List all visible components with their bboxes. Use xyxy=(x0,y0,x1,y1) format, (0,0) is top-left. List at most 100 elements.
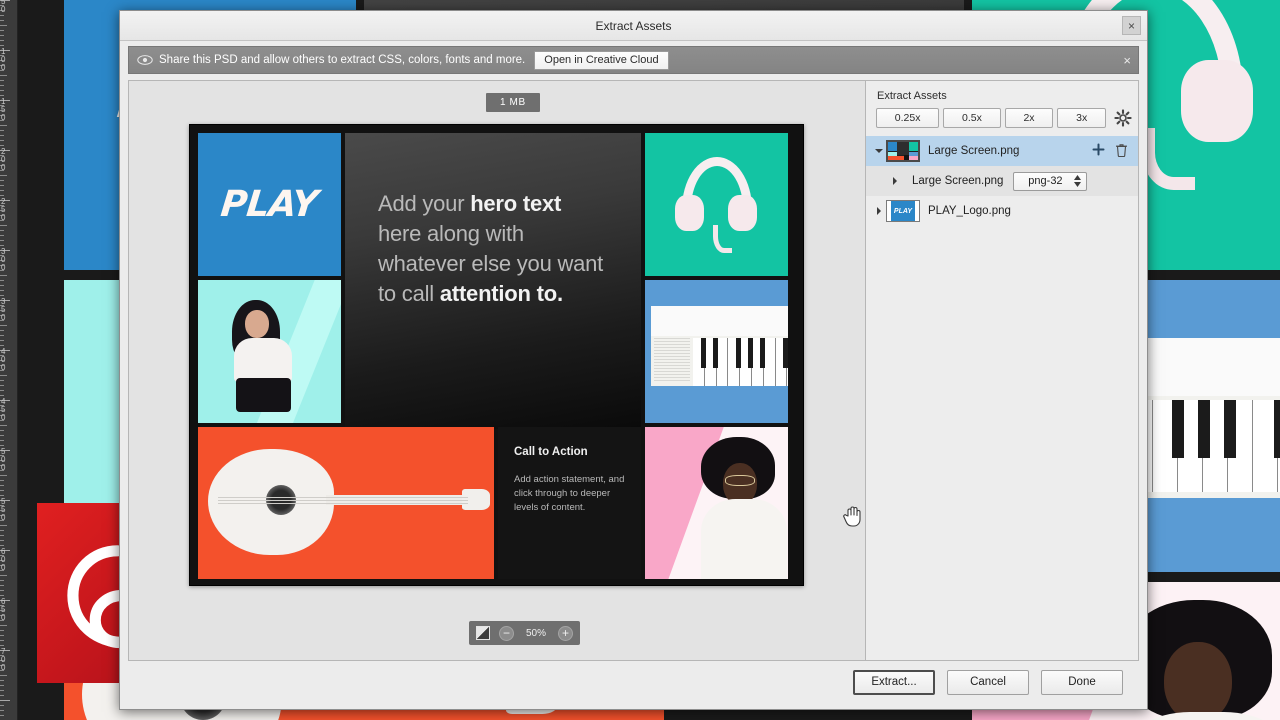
ruler-tick xyxy=(0,395,4,396)
ruler-label: 400 xyxy=(1,347,6,372)
ruler-tick xyxy=(0,440,4,441)
ruler-label: 50 xyxy=(1,0,6,14)
ruler-tick xyxy=(0,430,4,431)
asset-child-label: Large Screen.png xyxy=(912,175,1004,187)
chevron-right-icon[interactable] xyxy=(888,176,902,186)
ruler-label: 600 xyxy=(1,547,6,572)
cancel-button[interactable]: Cancel xyxy=(947,669,1029,695)
ruler-tick xyxy=(0,190,4,191)
man-photo-tile[interactable] xyxy=(645,427,788,579)
ruler-label: 550 xyxy=(1,497,6,522)
banner-close-icon[interactable]: × xyxy=(1123,51,1131,70)
fit-screen-icon[interactable] xyxy=(476,626,490,640)
ruler-tick xyxy=(0,535,4,536)
ruler-tick xyxy=(0,280,4,281)
scale-button-0.5x[interactable]: 0.5x xyxy=(943,108,1001,128)
ruler-label: 150 xyxy=(1,97,6,122)
ruler-tick xyxy=(0,230,4,231)
ruler-tick xyxy=(0,425,7,426)
guitar-tile[interactable] xyxy=(198,427,494,579)
chevron-right-icon-2[interactable] xyxy=(872,206,886,216)
ruler-tick xyxy=(0,490,4,491)
format-select[interactable]: png-32 xyxy=(1013,171,1088,191)
plus-icon[interactable] xyxy=(1092,143,1105,159)
asset-row-label: Large Screen.png xyxy=(928,145,1020,157)
ruler-tick xyxy=(0,345,4,346)
ruler-tick xyxy=(0,90,4,91)
ruler-tick xyxy=(0,35,4,36)
ruler-tick xyxy=(0,480,4,481)
ruler-tick xyxy=(0,705,4,706)
cta-body: Add action statement, and click through … xyxy=(514,474,625,513)
ruler-tick xyxy=(0,585,4,586)
ruler-label: 200 xyxy=(1,147,6,172)
ruler-label: 250 xyxy=(1,197,6,222)
woman-photo-tile[interactable] xyxy=(198,280,341,423)
gear-icon[interactable] xyxy=(1114,109,1132,127)
ruler-tick xyxy=(0,540,4,541)
trash-icon[interactable] xyxy=(1115,143,1128,160)
ruler-tick xyxy=(0,275,7,276)
asset-list: Large Screen.png Large Screen.png png-32… xyxy=(866,136,1138,660)
ruler-tick xyxy=(0,635,4,636)
file-size-badge: 1 MB xyxy=(486,93,540,112)
ruler-tick xyxy=(0,40,4,41)
play-logo-text: PLAY xyxy=(219,184,320,225)
asset-row-large-screen[interactable]: Large Screen.png xyxy=(866,136,1138,166)
ruler-tick xyxy=(0,695,4,696)
ruler-tick xyxy=(0,475,7,476)
ruler-label: 650 xyxy=(1,597,6,622)
ruler-tick xyxy=(0,630,4,631)
ruler-tick xyxy=(0,140,4,141)
done-button[interactable]: Done xyxy=(1041,669,1123,695)
ruler-label: 100 xyxy=(1,47,6,72)
ruler-tick xyxy=(0,195,4,196)
extract-button[interactable]: Extract... xyxy=(853,669,935,695)
preview-pane[interactable]: 1 MB PLAY Add your hero text here along … xyxy=(129,81,866,660)
hero-text-tile[interactable]: Add your hero text here along with whate… xyxy=(345,133,641,429)
asset-row-play-logo[interactable]: PLAY PLAY_Logo.png xyxy=(866,196,1138,226)
dialog-footer: Extract... Cancel Done xyxy=(120,661,1147,709)
play-logo-thumbnail: PLAY xyxy=(886,200,920,222)
ruler-tick xyxy=(0,30,4,31)
headphones-tile[interactable] xyxy=(645,133,788,276)
scale-button-2x[interactable]: 2x xyxy=(1004,108,1054,128)
ruler-tick xyxy=(0,590,4,591)
ruler-tick xyxy=(0,495,4,496)
format-select-value: png-32 xyxy=(1028,175,1063,187)
ruler-tick xyxy=(0,435,4,436)
cta-title: Call to Action xyxy=(514,446,588,458)
zoom-in-button[interactable]: + xyxy=(558,625,573,641)
ruler-tick xyxy=(0,175,7,176)
ruler-tick xyxy=(0,240,4,241)
zoom-toolbar[interactable]: − 50% + xyxy=(469,621,580,645)
hero-text: Add your hero text here along with whate… xyxy=(378,189,608,309)
ruler-tick xyxy=(0,245,4,246)
ruler-tick xyxy=(0,380,4,381)
asset-row-large-screen-child[interactable]: Large Screen.png png-32 xyxy=(866,166,1138,196)
ruler-tick xyxy=(0,135,4,136)
hero-part-3: attention to. xyxy=(439,281,563,306)
ruler-tick xyxy=(0,95,4,96)
keyboard-tile[interactable] xyxy=(645,280,788,423)
vertical-ruler: 50 100 150 200 250 300 350 400 450 500 550 600 650 70… xyxy=(0,0,18,720)
scale-button-0.25x[interactable]: 0.25x xyxy=(876,108,940,128)
open-in-creative-cloud-button[interactable]: Open in Creative Cloud xyxy=(534,50,669,70)
ruler-tick xyxy=(0,390,4,391)
zoom-out-button[interactable]: − xyxy=(499,625,514,641)
cta-tile[interactable]: Call to Action Add action statement, and… xyxy=(498,427,641,579)
share-banner: Share this PSD and allow others to extra… xyxy=(128,46,1139,74)
scale-button-3x[interactable]: 3x xyxy=(1057,108,1106,128)
artboard-preview[interactable]: PLAY Add your hero text here along with … xyxy=(189,124,804,586)
play-logo-tile[interactable]: PLAY xyxy=(198,133,341,276)
scale-buttons-row: 0.25x 0.5x 2x 3x xyxy=(866,108,1138,128)
chevron-down-icon[interactable] xyxy=(872,147,886,155)
zoom-level-label: 50% xyxy=(525,627,546,639)
ruler-tick xyxy=(0,325,7,326)
assets-panel-heading: Extract Assets xyxy=(877,90,947,102)
ruler-tick xyxy=(0,130,4,131)
ruler-tick xyxy=(0,640,4,641)
ruler-tick xyxy=(0,710,4,711)
ruler-tick xyxy=(0,145,4,146)
close-icon[interactable]: × xyxy=(1122,16,1141,35)
